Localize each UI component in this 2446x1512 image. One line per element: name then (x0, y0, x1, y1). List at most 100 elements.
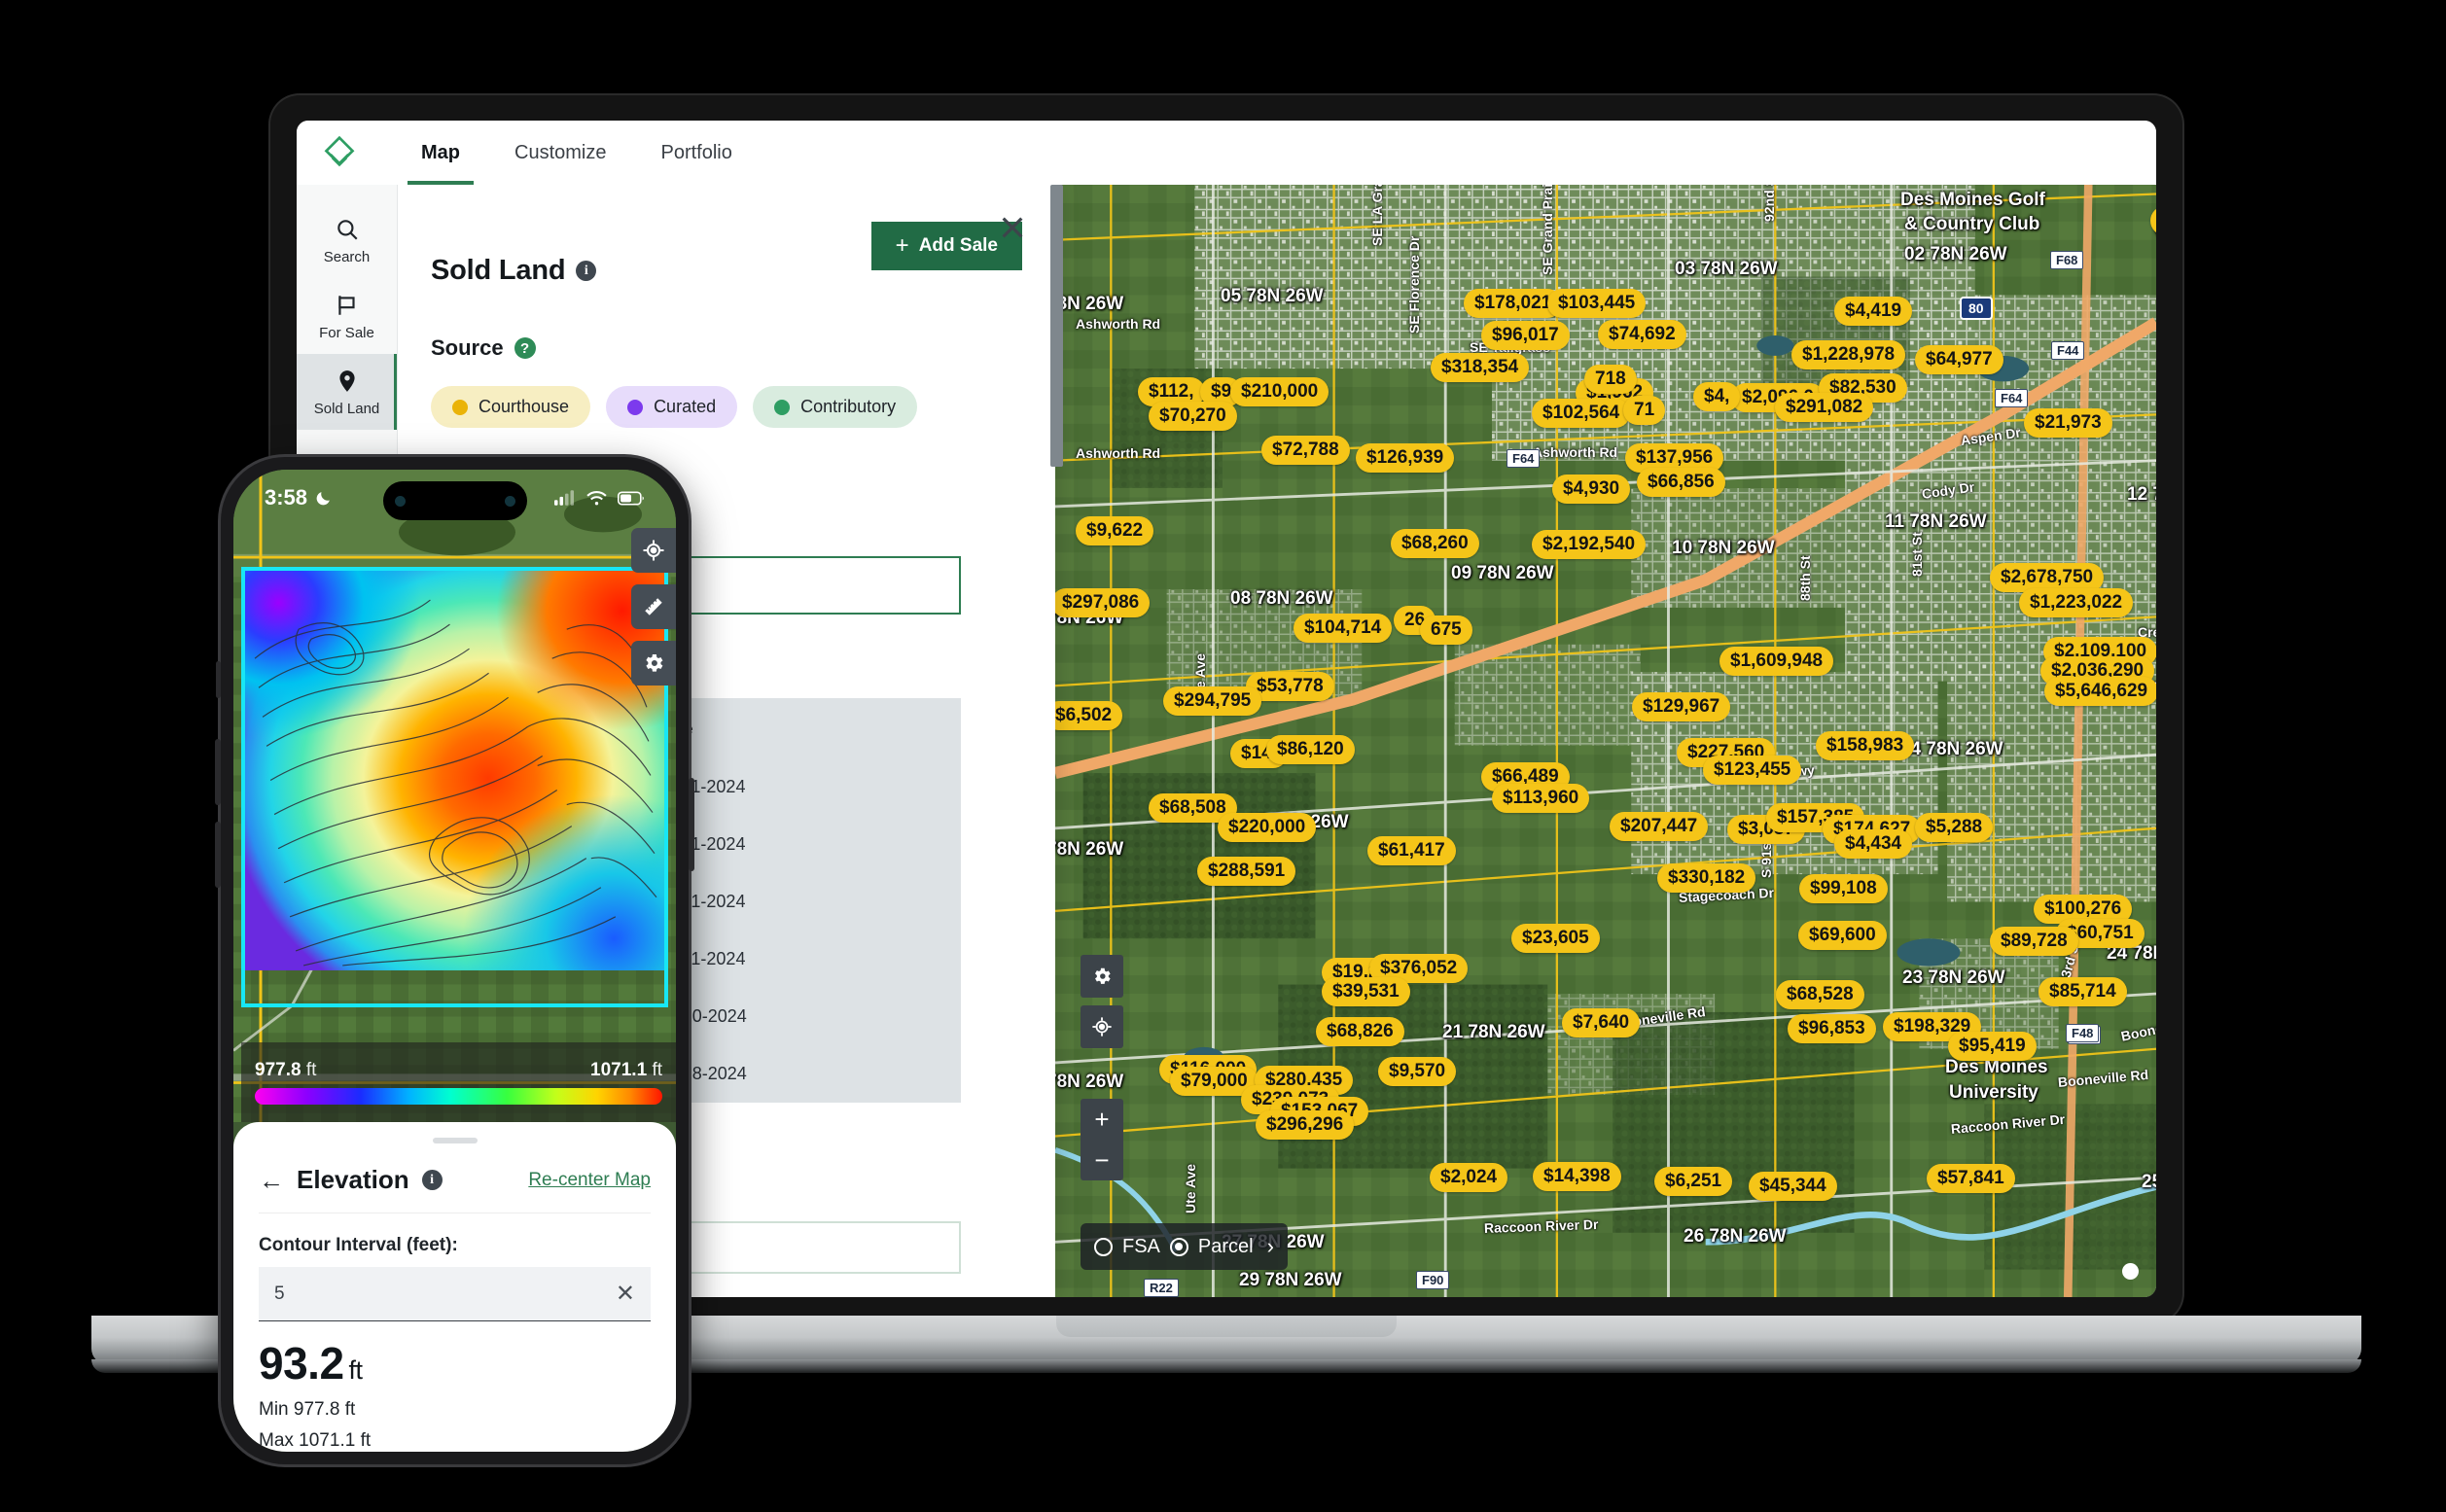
sale-price-pill[interactable]: $104,714 (1294, 614, 1393, 643)
sale-price-pill[interactable]: $68,260 (1391, 529, 1479, 558)
sale-price-pill[interactable]: $220,000 (1218, 813, 1317, 842)
sale-price-pill[interactable]: $158,983 (1816, 731, 1915, 760)
tab-portfolio[interactable]: Portfolio (633, 121, 759, 185)
sale-price-pill[interactable]: $96,853 (1788, 1014, 1876, 1043)
sale-price-pill[interactable]: $14,398 (1533, 1162, 1621, 1191)
chip-contributory[interactable]: Contributory (753, 386, 918, 428)
sale-price-pill[interactable]: $210,000 (1230, 377, 1329, 406)
sale-price-pill[interactable]: $4,434 (1834, 829, 1913, 859)
satellite-map[interactable]: SE LA Grant Pkwy SE Florence Dr SE Grand P… (1055, 185, 2156, 1297)
sale-price-pill[interactable]: $2,192,540 (1532, 530, 1647, 559)
sale-price-pill[interactable]: $23,605 (1511, 924, 1600, 953)
sale-price-pill[interactable]: $88,889 (2150, 206, 2156, 235)
sale-price-pill[interactable]: $113,960 (1492, 784, 1590, 813)
sheet-drag-handle[interactable] (432, 1138, 478, 1143)
tab-map[interactable]: Map (394, 121, 487, 185)
sale-price-pill[interactable]: $7,640 (1562, 1008, 1641, 1037)
sidebar-item-search[interactable]: Search (297, 202, 397, 278)
sale-price-pill[interactable]: $297,086 (1055, 588, 1151, 617)
sale-price-pill[interactable]: $6,251 (1654, 1167, 1733, 1196)
radio-parcel-icon[interactable] (1169, 1237, 1188, 1256)
info-icon[interactable]: i (576, 261, 597, 281)
sale-price-pill[interactable]: $39,531 (1322, 977, 1410, 1006)
sale-price-pill[interactable]: $95,419 (1948, 1032, 2037, 1061)
sidebar-item-for-sale[interactable]: For Sale (297, 278, 397, 354)
sale-price-pill[interactable]: $21,973 (2024, 408, 2112, 438)
contour-interval-input[interactable]: 5 ✕ (259, 1267, 651, 1321)
sale-price-pill[interactable]: $330,182 (1657, 863, 1756, 893)
sale-price-pill[interactable]: $4,930 (1552, 475, 1631, 504)
back-arrow-icon[interactable]: ← (259, 1168, 284, 1193)
sale-price-pill[interactable]: $318,354 (1431, 353, 1530, 382)
sale-price-pill[interactable]: $6,502 (1055, 701, 1123, 730)
sale-price-pill[interactable]: $126,939 (1356, 443, 1455, 473)
phone-power-button[interactable] (689, 778, 694, 871)
sale-price-pill[interactable]: $2,024 (1430, 1163, 1508, 1192)
sale-price-pill[interactable]: $68,528 (1776, 980, 1864, 1009)
sale-price-pill[interactable]: $1,228,978 (1791, 340, 1906, 369)
sale-price-pill[interactable]: $129,967 (1632, 692, 1731, 721)
sale-price-pill[interactable]: $68,826 (1316, 1017, 1404, 1046)
radio-fsa-icon[interactable] (1094, 1237, 1113, 1256)
phone-settings-button[interactable] (631, 641, 676, 686)
phone-measure-button[interactable] (631, 584, 676, 629)
sale-price-pill[interactable]: $57,841 (1927, 1164, 2015, 1193)
sale-price-pill[interactable]: $9,570 (1378, 1057, 1457, 1086)
sale-price-pill[interactable]: 718 (1584, 365, 1637, 394)
phone-locate-button[interactable] (631, 528, 676, 573)
zoom-out-button[interactable]: − (1081, 1140, 1123, 1180)
sale-price-pill[interactable]: $69,600 (1798, 921, 1887, 950)
sale-price-pill[interactable]: $103,445 (1547, 289, 1647, 318)
sale-price-pill[interactable]: $207,447 (1610, 812, 1709, 841)
help-icon[interactable]: ? (514, 337, 536, 359)
map-settings-button[interactable] (1081, 955, 1123, 998)
sale-price-pill[interactable]: $294,795 (1163, 686, 1262, 716)
layer-toggle-parcel-label[interactable]: Parcel (1198, 1236, 1254, 1258)
sale-price-pill[interactable]: $1,609,948 (1719, 647, 1834, 676)
sale-price-pill[interactable]: $123,455 (1703, 756, 1802, 785)
sale-price-pill[interactable]: $64,977 (1915, 345, 2003, 374)
recenter-map-link[interactable]: Re-center Map (528, 1170, 651, 1191)
close-icon[interactable] (997, 212, 1028, 243)
sale-price-pill[interactable]: $291,082 (1775, 393, 1874, 422)
close-icon[interactable]: ✕ (616, 1282, 635, 1306)
phone-mute-button[interactable] (216, 661, 221, 698)
sale-price-pill[interactable]: $66,856 (1637, 468, 1725, 497)
stacked-diamond-logo-icon[interactable] (322, 135, 357, 170)
sale-price-pill[interactable]: $96,017 (1481, 321, 1570, 350)
sale-price-pill[interactable]: $102,564 (1532, 399, 1631, 428)
sale-price-pill[interactable]: $4, (1693, 382, 1741, 411)
tab-customize[interactable]: Customize (487, 121, 633, 185)
sale-price-pill[interactable]: $288,591 (1197, 857, 1296, 886)
sale-price-pill[interactable]: $74,692 (1598, 320, 1686, 349)
map-locate-button[interactable] (1081, 1005, 1123, 1048)
map-attribution-dot[interactable] (2122, 1263, 2139, 1280)
sale-price-pill[interactable]: $5,288 (1915, 813, 1994, 842)
sale-price-pill[interactable]: 675 (1420, 615, 1472, 645)
sale-price-pill[interactable]: $61,417 (1367, 836, 1456, 865)
layer-toggle-fsa-label[interactable]: FSA (1122, 1236, 1160, 1258)
zoom-in-button[interactable]: + (1081, 1099, 1123, 1140)
sale-price-pill[interactable]: $296,296 (1256, 1110, 1355, 1140)
sale-price-pill[interactable]: $86,120 (1266, 735, 1355, 764)
phone-volume-down-button[interactable] (215, 822, 221, 888)
sale-price-pill[interactable]: 71 (1623, 396, 1666, 425)
panel-scrollbar[interactable] (1050, 185, 1063, 467)
chevron-right-icon[interactable]: › (1267, 1234, 1274, 1259)
sale-price-pill[interactable]: $45,344 (1749, 1172, 1837, 1201)
sale-price-pill[interactable]: $4,419 (1834, 297, 1913, 326)
info-icon[interactable]: i (421, 1170, 443, 1190)
sale-price-pill[interactable]: $72,788 (1261, 436, 1350, 465)
sale-price-pill[interactable]: $5,646,629 (2044, 677, 2156, 706)
phone-volume-up-button[interactable] (215, 739, 221, 805)
chip-courthouse[interactable]: Courthouse (431, 386, 591, 428)
phone-map[interactable]: 3:58 977.8 ft 1071.1 ft (233, 470, 676, 1122)
sale-price-pill[interactable]: $85,714 (2038, 977, 2127, 1006)
sale-price-pill[interactable]: $99,108 (1799, 874, 1888, 903)
sale-price-pill[interactable]: $89,728 (1990, 927, 2078, 956)
sale-price-pill[interactable]: $1,223,022 (2019, 588, 2134, 617)
sale-price-pill[interactable]: $70,270 (1149, 402, 1237, 431)
chip-curated[interactable]: Curated (606, 386, 738, 428)
sale-price-pill[interactable]: $9,622 (1076, 516, 1154, 545)
sidebar-item-sold-land[interactable]: Sold Land (297, 354, 397, 430)
